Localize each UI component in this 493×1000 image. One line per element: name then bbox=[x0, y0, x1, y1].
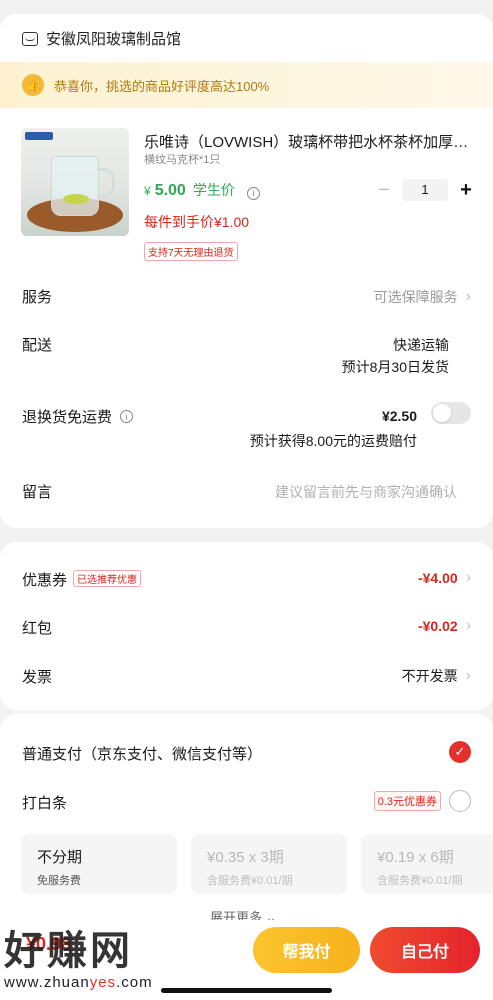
installment-title: ¥0.19 x 6期 bbox=[377, 849, 454, 866]
installment-option[interactable]: 不分期 免服务费 bbox=[21, 834, 177, 894]
return-fee-toggle[interactable] bbox=[431, 402, 471, 424]
return-fee-compensation: 预计获得8.00元的运费赔付 bbox=[249, 433, 417, 449]
cup-handle bbox=[97, 168, 115, 198]
red-packet-row[interactable]: -¥0.02 › bbox=[418, 617, 471, 635]
return-policy-badge: 支持7天无理由退货 bbox=[144, 242, 238, 261]
invoice-value: 不开发票 bbox=[401, 668, 458, 684]
delivery-label: 配送 bbox=[22, 337, 53, 354]
increase-button[interactable]: + bbox=[456, 180, 476, 200]
invoice-row[interactable]: 不开发票 › bbox=[402, 666, 471, 686]
coupon-row-label: 优惠券 已选推荐优惠 bbox=[22, 569, 142, 590]
praise-notice: 👍 恭喜你，挑选的商品好评度高达100% bbox=[0, 62, 493, 108]
thumbs-up-icon: 👍 bbox=[22, 74, 44, 96]
baitiao-label[interactable]: 打白条 bbox=[22, 792, 67, 813]
info-icon[interactable]: i bbox=[246, 186, 260, 200]
brand-logo bbox=[25, 132, 53, 140]
installment-sub: 含服务费¥0.01/期 bbox=[207, 875, 293, 887]
notice-text: 恭喜你，挑选的商品好评度高达100% bbox=[54, 78, 270, 94]
baitiao-row[interactable]: 0.3元优惠券 bbox=[373, 790, 471, 812]
normal-pay-label[interactable]: 普通支付（京东支付、微信支付等） bbox=[22, 743, 262, 764]
product-spec[interactable]: 横纹马克杯*1只 bbox=[144, 151, 220, 167]
red-packet-label: 红包 bbox=[22, 620, 53, 637]
installment-option[interactable]: ¥0.35 x 3期 含服务费¥0.01/期 bbox=[191, 834, 347, 894]
checkmark-icon[interactable]: ✓ bbox=[449, 741, 471, 763]
radio-button[interactable] bbox=[449, 790, 471, 812]
delivery-method[interactable]: 快递运输 bbox=[393, 335, 449, 355]
coupon-label: 优惠券 bbox=[22, 572, 68, 589]
self-pay-button[interactable]: 自己付 bbox=[370, 927, 480, 973]
help-pay-button[interactable]: 帮我付 bbox=[253, 927, 360, 973]
chevron-right-icon: › bbox=[465, 667, 471, 684]
chevron-right-icon: › bbox=[465, 569, 471, 586]
service-value: 可选保障服务 bbox=[373, 289, 458, 305]
baitiao-promo-badge: 0.3元优惠券 bbox=[373, 791, 441, 811]
installment-option[interactable]: ¥0.19 x 6期 含服务费¥0.01/期 bbox=[361, 834, 493, 894]
quantity-stepper: − 1 + bbox=[374, 179, 476, 201]
return-fee-row: 退换货免运费 i bbox=[22, 406, 134, 427]
message-label: 留言 bbox=[22, 484, 53, 501]
total-price: ¥0.98 bbox=[26, 934, 72, 954]
lime-slices bbox=[63, 194, 89, 204]
chevron-right-icon: › bbox=[465, 617, 471, 634]
message-input[interactable]: 建议留言前先与商家沟通确认 bbox=[275, 482, 457, 502]
price-currency: ¥ bbox=[144, 184, 151, 198]
student-price-tag: 学生价 bbox=[192, 182, 235, 198]
return-fee-value: ¥2.50 bbox=[381, 408, 417, 424]
product-title[interactable]: 乐唯诗（LOVWISH）玻璃杯带把水杯茶杯加厚耐热家用 bbox=[144, 131, 474, 152]
invoice-label: 发票 bbox=[22, 669, 53, 686]
coupon-value: -¥4.00 bbox=[417, 570, 458, 586]
service-row[interactable]: 可选保障服务 › bbox=[374, 287, 471, 307]
price-value: 5.00 bbox=[154, 182, 186, 199]
return-fee-label: 退换货免运费 bbox=[22, 409, 113, 426]
quantity-input[interactable]: 1 bbox=[402, 179, 448, 201]
final-price: 每件到手价¥1.00 bbox=[144, 214, 250, 230]
shop-name: 安徽凤阳玻璃制品馆 bbox=[46, 31, 182, 48]
service-label: 服务 bbox=[22, 289, 53, 306]
delivery-date: 预计8月30日发货 bbox=[341, 359, 449, 375]
shop-header[interactable]: 安徽凤阳玻璃制品馆 bbox=[22, 28, 181, 49]
product-image[interactable] bbox=[21, 128, 129, 236]
store-icon bbox=[22, 31, 38, 46]
installment-sub: 免服务费 bbox=[37, 875, 81, 887]
recommended-badge: 已选推荐优惠 bbox=[73, 570, 142, 587]
decrease-button[interactable]: − bbox=[374, 180, 394, 200]
chevron-right-icon: › bbox=[465, 288, 471, 305]
red-packet-value: -¥0.02 bbox=[417, 618, 458, 634]
glass-cup bbox=[51, 156, 99, 216]
installment-title: ¥0.35 x 3期 bbox=[207, 849, 284, 866]
info-icon[interactable]: i bbox=[120, 410, 134, 423]
installment-title: 不分期 bbox=[37, 849, 83, 866]
product-price: ¥ 5.00 学生价 i bbox=[144, 180, 260, 200]
toggle-switch[interactable] bbox=[431, 402, 471, 424]
coupon-row[interactable]: -¥4.00 › bbox=[418, 569, 471, 587]
home-indicator bbox=[161, 988, 332, 993]
installment-sub: 含服务费¥0.01/期 bbox=[377, 875, 463, 887]
